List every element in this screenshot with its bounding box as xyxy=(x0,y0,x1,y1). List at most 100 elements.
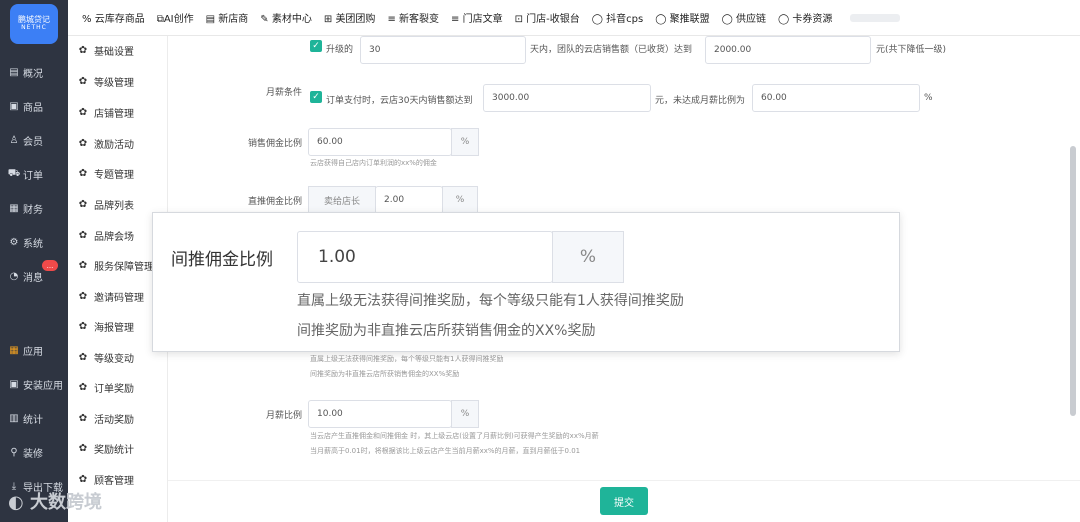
top-nav-material[interactable]: ✎ 素材中心 xyxy=(260,10,312,25)
sidebar-item-member[interactable]: ♙ 会员 xyxy=(0,127,68,153)
sales-commission-suffix: % xyxy=(451,128,479,156)
sidebar-item-label: 统计 xyxy=(23,414,43,426)
sub-nav-item[interactable]: ✿ 奖励统计 xyxy=(78,438,134,458)
top-nav-fission[interactable]: ≡ 新客裂变 xyxy=(387,10,439,25)
sub-nav-item[interactable]: ✿ 品牌列表 xyxy=(78,194,134,214)
sales-commission-hint: 云店获得自己店内订单利润的xx%的佣金 xyxy=(310,159,437,167)
sidebar-item-system[interactable]: ⚙ 系统 xyxy=(0,229,68,255)
direct-commission-input[interactable]: 2.00 xyxy=(375,186,443,214)
upgrade-checkbox-label: 升级的 xyxy=(326,45,354,55)
sidebar-item-label: 装修 xyxy=(23,448,43,460)
sales-commission-input[interactable]: 60.00 xyxy=(308,128,452,156)
sidebar-item-finance[interactable]: ▦ 财务 xyxy=(0,195,68,221)
stats-icon: ▥ xyxy=(9,412,19,424)
sub-nav-item[interactable]: ✿ 顾客管理 xyxy=(78,469,134,489)
sub-nav-item[interactable]: ✿ 服务保障管理 xyxy=(78,255,154,275)
sidebar-item-label: 财务 xyxy=(23,204,43,216)
top-nav-new-store[interactable]: ▤ 新店商 xyxy=(206,10,249,25)
sub-nav-item[interactable]: ✿ 专题管理 xyxy=(78,163,134,183)
sub-nav-item[interactable]: ✿ 店铺管理 xyxy=(78,102,134,122)
monthly-sales-input[interactable]: 3000.00 xyxy=(483,84,651,112)
sub-nav-item[interactable]: ✿ 基础设置 xyxy=(78,40,134,60)
submit-button[interactable]: 提交 xyxy=(600,487,648,515)
sales-commission-label: 销售佣金比例 xyxy=(247,139,302,149)
sub-nav-item[interactable]: ✿ 邀请码管理 xyxy=(78,286,144,306)
monthly-condition-checkbox[interactable]: ✓ xyxy=(310,91,322,103)
monthly-ratio-input[interactable]: 60.00 xyxy=(752,84,920,112)
sidebar-item-orders[interactable]: ⛟ 订单 xyxy=(0,161,68,187)
gear-icon: ✿ xyxy=(78,412,88,424)
gear-icon: ✿ xyxy=(78,229,88,241)
gear-icon: ✿ xyxy=(78,320,88,332)
indirect-commission-label: 间推佣金比例 xyxy=(171,250,273,270)
upgrade-amount-input[interactable]: 2000.00 xyxy=(705,36,871,64)
sub-nav-item[interactable]: ✿ 订单奖励 xyxy=(78,377,134,397)
menu-icon: ≡ xyxy=(387,14,396,25)
monthly-ratio-field[interactable]: 10.00 xyxy=(308,400,452,428)
sidebar-item-overview[interactable]: ▤ 概况 xyxy=(0,59,68,85)
percent-suffix: % xyxy=(924,93,933,103)
menu-icon: ≡ xyxy=(451,14,460,25)
indirect-commission-hint-1: 直属上级无法获得间推奖励，每个等级只能有1人获得间推奖励 xyxy=(297,293,684,309)
top-nav-union[interactable]: ◯ 聚推联盟 xyxy=(655,10,709,25)
sidebar-item-stats[interactable]: ▥ 统计 xyxy=(0,405,68,431)
sidebar-item-label: 系统 xyxy=(23,238,43,250)
sidebar-item-label: 订单 xyxy=(23,170,43,182)
upgrade-days-input[interactable]: 30 xyxy=(360,36,526,64)
ai-icon: ⧉ xyxy=(156,14,164,25)
top-nav-supply[interactable]: ◯ 供应链 xyxy=(722,10,766,25)
circle-icon: ◯ xyxy=(721,14,733,25)
decorate-icon: ⚲ xyxy=(10,446,18,458)
app-window: 鹏城贷记 NETHC ▤ 概况 ▣ 商品 ♙ 会员 ⛟ 订单 ▦ 财务 ⚙ 系统 ◔ 消息 .… xyxy=(0,0,1080,522)
finance-icon: ▦ xyxy=(9,202,19,214)
top-nav-cashier[interactable]: ⊡ 门店-收银台 xyxy=(515,10,580,25)
gear-icon: ✿ xyxy=(78,381,88,393)
monthly-condition-text: 订单支付时，云店30天内销售额达到 xyxy=(326,96,473,106)
monthly-condition-label: 月薪条件 xyxy=(265,88,302,98)
monthly-ratio-suffix: % xyxy=(451,400,479,428)
brand-logo[interactable]: 鹏城贷记 NETHC xyxy=(10,4,58,44)
sub-nav-item[interactable]: ✿ 等级管理 xyxy=(78,71,134,91)
top-nav-meituan[interactable]: ⊞ 美团团购 xyxy=(324,10,376,25)
top-nav-ai[interactable]: ⧉AI创作 xyxy=(157,10,194,25)
sidebar-item-install[interactable]: ▣ 安装应用 xyxy=(0,371,68,397)
top-nav-douyin[interactable]: ◯ 抖音cps xyxy=(592,10,643,25)
blurred-user-info xyxy=(850,13,901,22)
main-sidebar: 鹏城贷记 NETHC ▤ 概况 ▣ 商品 ♙ 会员 ⛟ 订单 ▦ 财务 ⚙ 系统 ◔ 消息 .… xyxy=(0,0,68,522)
goods-icon: ▣ xyxy=(9,100,19,112)
member-icon: ♙ xyxy=(9,134,19,146)
circle-icon: ◯ xyxy=(655,14,667,25)
sub-nav-item[interactable]: ✿ 等级变动 xyxy=(78,347,134,367)
sub-nav-item[interactable]: ✿ 激励活动 xyxy=(78,133,134,153)
sidebar-item-apps[interactable]: ▦ 应用 xyxy=(0,337,68,363)
sub-nav-item[interactable]: ✿ 海报管理 xyxy=(78,316,134,336)
indirect-commission-suffix: % xyxy=(552,231,624,283)
gear-icon: ✿ xyxy=(78,198,88,210)
message-badge: ... xyxy=(42,260,58,271)
circle-icon: ◯ xyxy=(778,14,790,25)
brush-icon: ✎ xyxy=(260,14,269,25)
top-nav-coupon[interactable]: ◯ 卡券资源 xyxy=(778,10,832,25)
sidebar-item-goods[interactable]: ▣ 商品 xyxy=(0,93,68,119)
sidebar-item-label: 概况 xyxy=(23,68,43,80)
gear-icon: ✿ xyxy=(78,442,88,454)
direct-commission-prefix: 卖给店长 xyxy=(308,186,376,214)
sub-nav-item[interactable]: ✿ 品牌会场 xyxy=(78,225,134,245)
circle-icon: ◯ xyxy=(591,14,603,25)
sub-nav-item[interactable]: ✿ 活动奖励 xyxy=(78,408,134,428)
top-nav-articles[interactable]: ≡ 门店文章 xyxy=(451,10,503,25)
indirect-commission-input[interactable]: 1.00 xyxy=(297,231,553,283)
list-icon: ▤ xyxy=(205,14,216,25)
top-nav-cloud-stock[interactable]: % 云库存商品 xyxy=(82,10,145,25)
monthly-condition-text-2: 元，未达成月薪比例为 xyxy=(655,96,746,106)
indirect-hint-1: 直属上级无法获得间推奖励，每个等级只能有1人获得间推奖励 xyxy=(310,355,504,363)
cart-icon: ⛟ xyxy=(7,167,21,179)
upgrade-text: 天内，团队的云店销售额（已收货）达到 xyxy=(530,45,693,55)
upgrade-checkbox[interactable]: ✓ xyxy=(310,40,322,52)
zoomed-indirect-commission-panel: 间推佣金比例 1.00 % 直属上级无法获得间推奖励，每个等级只能有1人获得间推… xyxy=(152,212,900,352)
monthly-ratio-hint-2: 当月薪高于0.01时，将根据该比上级云店产生当前月薪xx%的月薪，直到月薪低于0… xyxy=(310,447,581,455)
sidebar-item-label: 安装应用 xyxy=(23,380,63,392)
sidebar-item-decorate[interactable]: ⚲ 装修 xyxy=(0,439,68,465)
indirect-commission-hint-2: 间推奖励为非直推云店所获销售佣金的XX%奖励 xyxy=(297,323,596,339)
vertical-scrollbar[interactable] xyxy=(1070,146,1076,416)
